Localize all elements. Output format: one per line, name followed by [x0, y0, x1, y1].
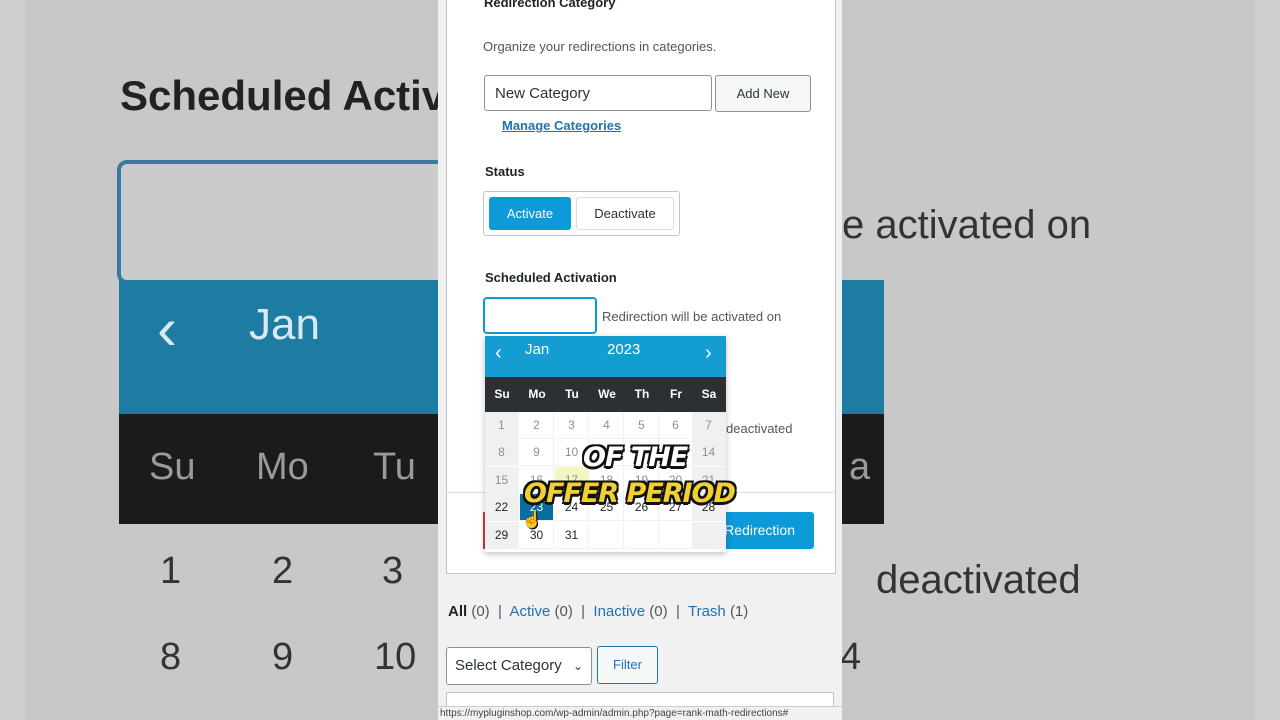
background-date: 1 [160, 550, 182, 592]
weekday-label: Sa [701, 387, 717, 401]
background-date: 8 [160, 636, 182, 678]
datepicker-weekdays: Su Mo Tu We Th Fr Sa [485, 377, 726, 412]
background-date: 9 [272, 636, 294, 678]
weekday-label: Mo [528, 387, 546, 401]
filter-separator: | [675, 603, 680, 620]
background-title: Scheduled Activ [120, 72, 446, 119]
select-category-dropdown[interactable]: Select Category ⌄ [446, 647, 592, 685]
browser-status-url: https://mypluginshop.com/wp-admin/admin.… [438, 706, 842, 720]
datepicker-day[interactable]: 4 [590, 412, 624, 439]
background-prev-icon: ‹ [157, 295, 177, 362]
background-weekday: Tu [373, 446, 416, 488]
background-weekday: a [849, 446, 871, 488]
datepicker-day[interactable]: 2 [520, 412, 554, 439]
deactivate-button[interactable]: Deactivate [576, 197, 674, 230]
background-deactivated-text: deactivated [876, 558, 1081, 602]
background-date: 2 [272, 550, 294, 592]
datepicker-month[interactable]: Jan [525, 341, 549, 358]
datepicker-day[interactable]: 6 [659, 412, 693, 439]
filter-active[interactable]: Active [509, 603, 550, 620]
datepicker-empty-cell [625, 522, 659, 549]
mobile-panel: Redirection Category Organize your redir… [438, 0, 842, 720]
background-weekday: Su [149, 446, 196, 488]
datepicker-empty-cell [590, 522, 624, 549]
datepicker-header: ‹ Jan 2023 › [485, 336, 726, 377]
datepicker-day[interactable]: 15 [485, 467, 519, 494]
datepicker-empty-cell [659, 522, 693, 549]
filter-trash-count: (1) [729, 603, 749, 620]
save-redirection-button[interactable]: Redirection [717, 512, 814, 549]
select-category-value: Select Category [455, 657, 562, 674]
category-description: Organize your redirections in categories… [483, 39, 717, 54]
filter-all-count: (0) [471, 603, 490, 620]
scheduled-activation-label: Scheduled Activation [485, 270, 617, 285]
datepicker-day[interactable]: 29 [485, 522, 519, 549]
next-month-icon[interactable]: › [705, 342, 712, 365]
filter-trash[interactable]: Trash [688, 603, 726, 620]
datepicker-day[interactable]: 14 [692, 439, 726, 466]
status-label: Status [485, 164, 525, 179]
datepicker-empty-cell [692, 522, 726, 549]
datepicker-year[interactable]: 2023 [607, 341, 640, 358]
datepicker-day[interactable]: 5 [625, 412, 659, 439]
datepicker-day[interactable]: 7 [692, 412, 726, 439]
filter-separator: | [581, 603, 586, 620]
add-new-button[interactable]: Add New [715, 75, 811, 112]
hand-cursor-icon: ☝ [522, 512, 542, 529]
weekday-label: Tu [565, 387, 579, 401]
caption-line-1: OF THE [583, 442, 688, 473]
deactivation-help-text: deactivated [726, 421, 793, 436]
datepicker-day[interactable]: 3 [555, 412, 589, 439]
background-date: 4 [840, 636, 862, 678]
weekday-label: Fr [670, 387, 682, 401]
background-date: 3 [382, 550, 404, 592]
filter-all[interactable]: All [448, 603, 467, 620]
manage-categories-link[interactable]: Manage Categories [502, 118, 621, 133]
background-date: 10 [374, 636, 417, 678]
filter-inactive-count: (0) [649, 603, 668, 620]
chevron-down-icon: ⌄ [572, 659, 583, 673]
background-input [117, 160, 455, 284]
filter-active-count: (0) [554, 603, 573, 620]
prev-month-icon[interactable]: ‹ [495, 342, 502, 365]
caption-line-2: OFFER PERIOD [524, 478, 736, 509]
filter-button[interactable]: Filter [597, 646, 658, 684]
activate-button[interactable]: Activate [489, 197, 571, 230]
datepicker-day[interactable]: 9 [520, 439, 554, 466]
new-category-input[interactable]: New Category [484, 75, 712, 111]
background-activated-text: e activated on [842, 203, 1092, 247]
weekday-label: Su [494, 387, 510, 401]
status-toggle-group: Activate Deactivate [483, 191, 680, 236]
datepicker-day[interactable]: 8 [485, 439, 519, 466]
scheduled-activation-input[interactable] [483, 297, 597, 334]
weekday-label: We [598, 387, 616, 401]
background-month: Jan [249, 300, 320, 349]
datepicker-day[interactable]: 31 [555, 522, 589, 549]
filter-inactive[interactable]: Inactive [593, 603, 645, 620]
status-filter-links: All (0) | Active (0) | Inactive (0) | Tr… [448, 603, 748, 620]
filter-separator: | [498, 603, 502, 620]
weekday-label: Th [634, 387, 650, 401]
background-weekday: Mo [256, 446, 309, 488]
category-label: Redirection Category [484, 0, 616, 10]
datepicker-day[interactable]: 22 [485, 494, 519, 521]
activation-help-text: Redirection will be activated on [602, 309, 782, 324]
datepicker-day[interactable]: 1 [485, 412, 519, 439]
